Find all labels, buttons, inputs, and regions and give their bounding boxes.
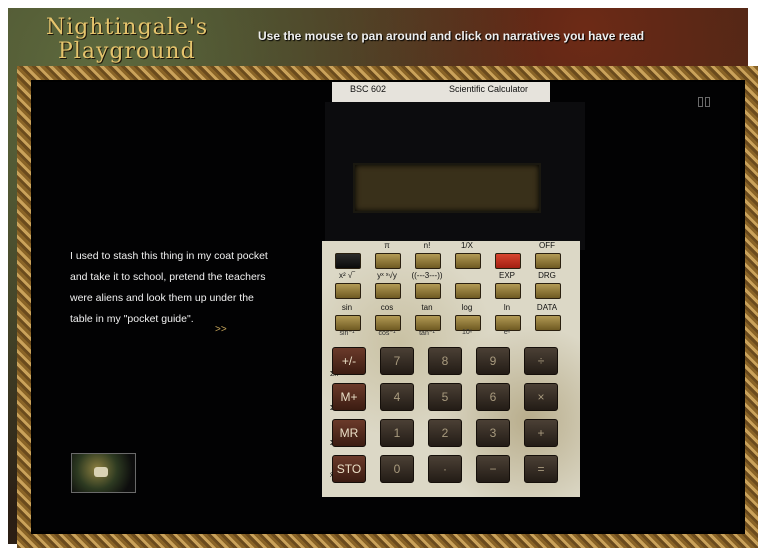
calc-key[interactable]: 3 [476, 419, 510, 447]
calc-key[interactable]: · [428, 455, 462, 483]
fkey-button [375, 283, 401, 299]
fkey-label: log [461, 303, 473, 312]
fkey-button [535, 283, 561, 299]
fkey-label: DRG [538, 271, 556, 280]
fkey-label: ((---3---)) [411, 271, 443, 280]
calc-key[interactable]: MR [332, 419, 366, 447]
calc-key[interactable]: 1 [380, 419, 414, 447]
fkey-label: sin [341, 303, 353, 312]
calc-key[interactable]: + [524, 419, 558, 447]
calc-key[interactable]: 6 [476, 383, 510, 411]
calc-key[interactable]: 8 [428, 347, 462, 375]
calc-key[interactable]: 7 [380, 347, 414, 375]
calculator-image[interactable]: BSC 602 Scientific Calculator π n! 1/X O… [295, 82, 605, 508]
calc-key[interactable]: +/- [332, 347, 366, 375]
fkey-button [535, 315, 561, 331]
fkey-sublabel: sin⁻¹ [339, 330, 355, 337]
logo-line-2: Playground [58, 39, 196, 64]
fkey[interactable]: DATA [528, 303, 566, 341]
fkey-button [415, 283, 441, 299]
calc-key[interactable]: − [476, 455, 510, 483]
calc-key[interactable]: 9 [476, 347, 510, 375]
fkey-button [415, 253, 441, 269]
calc-key[interactable]: M+ [332, 383, 366, 411]
fkey-label: EXP [498, 271, 515, 280]
calculator-display [353, 163, 541, 213]
pause-icon[interactable] [698, 97, 710, 107]
fkey-label: cos [380, 303, 394, 312]
calc-key[interactable]: ÷ [524, 347, 558, 375]
calc-key[interactable]: = [524, 455, 558, 483]
fkey[interactable]: log 10ˣ [448, 303, 486, 341]
fkey-label: yˣ ˣ√y [377, 271, 397, 280]
fkey-label: ln [503, 303, 511, 312]
fkey-sublabel: 10ˣ [461, 329, 473, 336]
pause-bar-left [698, 97, 703, 107]
minimap-calculator-marker [94, 467, 108, 477]
instruction-text: Use the mouse to pan around and click on… [258, 29, 645, 43]
calculator-model: BSC 602 [350, 84, 387, 94]
next-narrative-link[interactable]: >> [215, 324, 227, 335]
fkey-button [535, 253, 561, 269]
fkey[interactable]: sin sin⁻¹ [328, 303, 366, 341]
fkey-sublabel: tan⁻¹ [419, 330, 435, 337]
fkey-label: 1/X [460, 241, 473, 250]
narrative-line: table in my "pocket guide". [70, 313, 194, 325]
narrative-line: and take it to school, pretend the teach… [70, 271, 266, 283]
fkey-button [455, 253, 481, 269]
pan-viewport[interactable]: I used to stash this thing in my coat po… [33, 82, 740, 531]
site-logo[interactable]: Nightingale's Playground [46, 16, 208, 64]
fkey-button [455, 283, 481, 299]
fkey[interactable]: tan tan⁻¹ [408, 303, 446, 341]
fkey-sublabel: eˣ [503, 329, 511, 336]
calculator-keypad: π n! 1/X OFF x² √‾ yˣ ˣ√y ((---3---)) EX… [322, 241, 580, 497]
fkey-label: n! [423, 241, 431, 250]
fkey-label: tan [421, 303, 433, 312]
minimap-thumbnail[interactable] [71, 453, 136, 493]
narrative-line: I used to stash this thing in my coat po… [70, 250, 268, 262]
calc-key[interactable]: 2 [428, 419, 462, 447]
fkey-button [495, 253, 521, 269]
calculator-type: Scientific Calculator [449, 84, 529, 94]
fkey-label: OFF [539, 241, 555, 250]
logo-line-1: Nightingale's [46, 15, 209, 40]
calc-key[interactable]: STO [332, 455, 366, 483]
calc-key[interactable]: × [524, 383, 558, 411]
fkey-sublabel: cos⁻¹ [378, 330, 396, 337]
fkey-button [335, 253, 361, 269]
fkey-button [375, 253, 401, 269]
fkey-button [335, 283, 361, 299]
narrative-text[interactable]: I used to stash this thing in my coat po… [70, 246, 290, 330]
calc-key[interactable]: 5 [428, 383, 462, 411]
fkey-label: DATA [536, 303, 558, 312]
calc-key[interactable]: 4 [380, 383, 414, 411]
fkey-button [495, 283, 521, 299]
fkey-label: x² √‾ [339, 271, 355, 280]
calculator-label: BSC 602 Scientific Calculator [332, 82, 550, 102]
narrative-line: were aliens and look them up under the [70, 292, 254, 304]
fkey[interactable]: ln eˣ [488, 303, 526, 341]
pause-bar-right [705, 97, 710, 107]
header: Nightingale's Playground Use the mouse t… [8, 8, 748, 70]
app-stage: Nightingale's Playground Use the mouse t… [0, 0, 758, 551]
fkey-label: π [384, 241, 390, 250]
fkey[interactable]: cos cos⁻¹ [368, 303, 406, 341]
calc-key[interactable]: 0 [380, 455, 414, 483]
function-row-3: sin sin⁻¹ cos cos⁻¹ tan tan⁻¹ log 10ˣ ln eˣ D… [322, 303, 580, 343]
